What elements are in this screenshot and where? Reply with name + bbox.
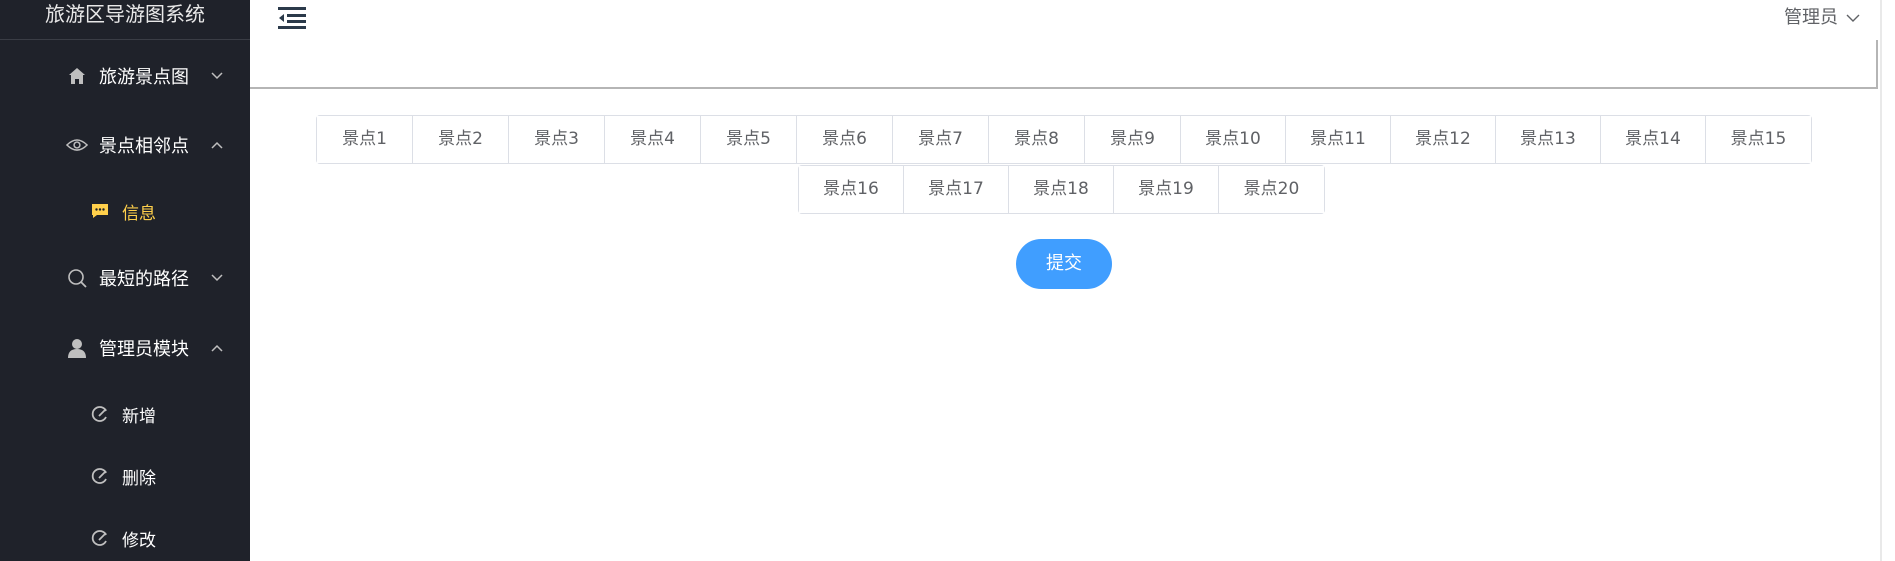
submenu-item-info[interactable]: 信息 <box>0 185 250 237</box>
chevron-down-icon <box>210 271 224 285</box>
spot-button-4[interactable]: 景点4 <box>605 116 701 163</box>
menu-label: 最短的路径 <box>99 269 189 290</box>
user-name: 管理员 <box>1784 7 1838 28</box>
spot-button-group-row1: 景点1 景点2 景点3 景点4 景点5 景点6 景点7 景点8 景点9 景点10 景点11 景点12 景… <box>316 115 1812 164</box>
message-icon <box>90 201 110 221</box>
spot-button-10[interactable]: 景点10 <box>1181 116 1286 163</box>
menu-item-shortest-path[interactable]: 最短的路径 <box>0 250 250 306</box>
user-dropdown[interactable]: 管理员 <box>1784 4 1860 28</box>
spot-button-18[interactable]: 景点18 <box>1009 166 1114 213</box>
spot-button-3[interactable]: 景点3 <box>509 116 605 163</box>
edit-icon <box>90 404 110 424</box>
spot-button-6[interactable]: 景点6 <box>797 116 893 163</box>
app-title: 旅游区导游图系统 <box>0 0 250 40</box>
menu-item-adjacent-spots[interactable]: 景点相邻点 <box>0 117 250 173</box>
spot-button-17[interactable]: 景点17 <box>904 166 1009 213</box>
user-icon <box>66 337 88 359</box>
spot-button-group-row2: 景点16 景点17 景点18 景点19 景点20 <box>798 165 1325 214</box>
tabs-area <box>250 40 1878 89</box>
spot-button-14[interactable]: 景点14 <box>1601 116 1706 163</box>
edit-icon <box>90 528 110 548</box>
spot-button-12[interactable]: 景点12 <box>1391 116 1496 163</box>
submenu-label: 删除 <box>122 468 156 489</box>
spot-button-7[interactable]: 景点7 <box>893 116 989 163</box>
edit-icon <box>90 466 110 486</box>
sidebar: 旅游区导游图系统 旅游景点图 景点相邻点 信息 最短的路径 管理员模块 新增 删… <box>0 0 250 561</box>
chevron-down-icon <box>1846 6 1860 27</box>
chevron-up-icon <box>210 138 224 152</box>
submenu-item-delete[interactable]: 删除 <box>0 450 250 502</box>
search-icon <box>66 267 88 289</box>
top-bar: 管理员 <box>250 0 1878 41</box>
eye-icon <box>66 134 88 156</box>
spot-button-13[interactable]: 景点13 <box>1496 116 1601 163</box>
hamburger-menu-icon[interactable] <box>278 6 306 30</box>
menu-label: 景点相邻点 <box>99 136 189 157</box>
home-icon <box>66 65 88 87</box>
chevron-down-icon <box>210 69 224 83</box>
spot-button-9[interactable]: 景点9 <box>1085 116 1181 163</box>
submit-button[interactable]: 提交 <box>1016 239 1112 289</box>
spot-button-5[interactable]: 景点5 <box>701 116 797 163</box>
spot-button-16[interactable]: 景点16 <box>799 166 904 213</box>
scrollbar-track[interactable] <box>1880 0 1882 561</box>
chevron-up-icon <box>210 341 224 355</box>
menu-label: 旅游景点图 <box>99 67 189 88</box>
spot-button-2[interactable]: 景点2 <box>413 116 509 163</box>
spot-button-15[interactable]: 景点15 <box>1706 116 1811 163</box>
menu-item-admin-module[interactable]: 管理员模块 <box>0 320 250 376</box>
submenu-item-modify[interactable]: 修改 <box>0 512 250 561</box>
submenu-label: 信息 <box>122 203 156 224</box>
submenu-label: 新增 <box>122 406 156 427</box>
submenu-label: 修改 <box>122 530 156 551</box>
menu-item-scenic-map[interactable]: 旅游景点图 <box>0 48 250 104</box>
menu-label: 管理员模块 <box>99 339 189 360</box>
submenu-item-add[interactable]: 新增 <box>0 388 250 440</box>
spot-button-11[interactable]: 景点11 <box>1286 116 1391 163</box>
spot-button-8[interactable]: 景点8 <box>989 116 1085 163</box>
spot-button-19[interactable]: 景点19 <box>1114 166 1219 213</box>
spot-button-20[interactable]: 景点20 <box>1219 166 1324 213</box>
spot-button-1[interactable]: 景点1 <box>317 116 413 163</box>
